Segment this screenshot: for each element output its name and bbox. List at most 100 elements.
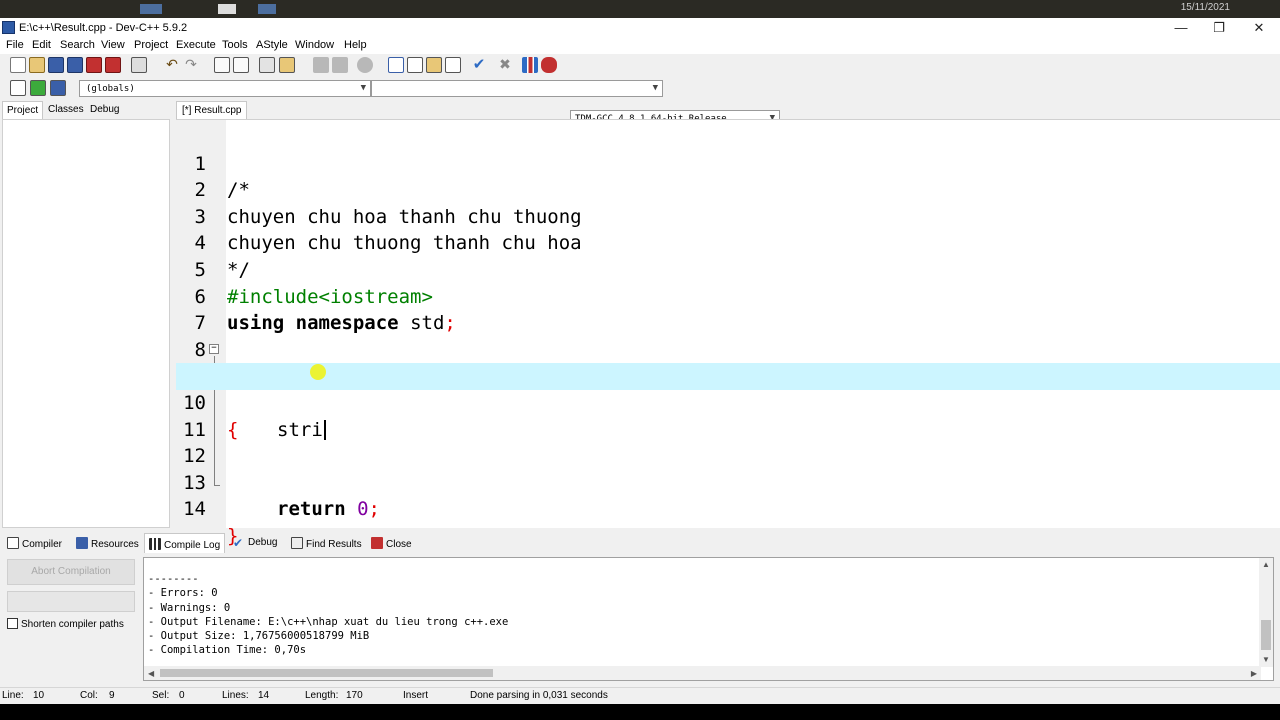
status-insert-mode: Insert — [403, 690, 429, 701]
print-icon[interactable] — [131, 57, 147, 73]
scroll-down-icon[interactable]: ▼ — [1262, 655, 1270, 664]
chevron-down-icon: ▼ — [652, 83, 658, 93]
save-icon[interactable] — [48, 57, 64, 73]
menu-astyle[interactable]: AStyle — [256, 39, 288, 51]
menu-window[interactable]: Window — [295, 39, 334, 51]
devcpp-app-icon — [2, 21, 15, 34]
close-window-button[interactable]: ✕ — [1240, 18, 1278, 38]
delete-profile-icon[interactable] — [541, 57, 557, 73]
window-title: E:\c++\Result.cpp - Dev-C++ 5.9.2 — [19, 22, 188, 34]
tab-debug[interactable]: Debug — [86, 101, 123, 119]
tab-compile-log[interactable]: Compile Log — [144, 533, 226, 553]
restore-button[interactable]: ❐ — [1200, 18, 1238, 38]
menu-file[interactable]: File — [6, 39, 24, 51]
code-line: 12 — [176, 417, 1280, 467]
main-toolbar: ↶ ↷ ✔ ✖ TDM-GCC 4.8.1 64-bit Release ▼ — [0, 54, 1280, 128]
insert-icon[interactable] — [10, 80, 26, 96]
fold-collapse-icon[interactable]: − — [209, 343, 219, 354]
abort-compilation-button[interactable]: Abort Compilation — [7, 559, 135, 585]
tile-windows-icon[interactable] — [445, 57, 461, 73]
tab-debug-bottom[interactable]: ✔ Debug — [229, 533, 281, 553]
redo-icon[interactable]: ↷ — [183, 57, 199, 73]
new-project-icon[interactable] — [388, 57, 404, 73]
taskbar-strip: 15/11/2021 — [0, 0, 1280, 18]
undo-icon[interactable]: ↶ — [164, 57, 180, 73]
stop-execution-icon[interactable]: ✖ — [497, 57, 513, 73]
tab-label: Close — [386, 539, 412, 550]
status-sel-value: 0 — [179, 690, 185, 701]
menu-edit[interactable]: Edit — [32, 39, 51, 51]
project-options-icon[interactable] — [426, 57, 442, 73]
tab-project[interactable]: Project — [2, 101, 44, 119]
goto-line-icon[interactable] — [259, 57, 275, 73]
code-line: 7 — [176, 284, 1280, 334]
tab-close[interactable]: Close — [367, 533, 416, 553]
taskbar-app-icon[interactable] — [140, 4, 162, 14]
tab-find-results[interactable]: Find Results — [287, 533, 366, 553]
find-icon[interactable] — [214, 57, 230, 73]
menu-help[interactable]: Help — [344, 39, 367, 51]
code-line-current: 10 stri — [176, 363, 1280, 441]
log-horizontal-scrollbar[interactable]: ◀ ▶ — [144, 666, 1261, 680]
save-all-icon[interactable] — [67, 57, 83, 73]
check-syntax-icon[interactable]: ✔ — [471, 57, 487, 73]
compile-log-output[interactable]: -------- - Errors: 0 - Warnings: 0 - Out… — [143, 557, 1274, 681]
close-panel-icon — [371, 537, 383, 549]
indent-icon[interactable] — [313, 57, 329, 73]
toggle-bookmark-icon[interactable] — [30, 80, 46, 96]
code-line: 13 return 0; — [176, 443, 1280, 521]
minimize-button[interactable]: — — [1162, 18, 1200, 38]
close-file-icon[interactable] — [86, 57, 102, 73]
taskbar-app-icon[interactable] — [258, 4, 276, 14]
menu-search[interactable]: Search — [60, 39, 95, 51]
scroll-thumb[interactable] — [160, 669, 493, 677]
menu-project[interactable]: Project — [134, 39, 168, 51]
checkbox-box[interactable] — [7, 618, 18, 629]
find-results-icon — [291, 537, 303, 549]
view-window-icon[interactable] — [407, 57, 423, 73]
menu-tools[interactable]: Tools — [222, 39, 248, 51]
status-col-value: 9 — [109, 690, 115, 701]
scope-combo-value: (globals) — [86, 84, 135, 94]
bottom-panel-tabs: Compiler Resources Compile Log ✔ Debug Fi… — [0, 533, 1280, 553]
menu-execute[interactable]: Execute — [176, 39, 216, 51]
log-line: -------- — [148, 573, 199, 586]
scroll-thumb[interactable] — [1261, 620, 1271, 650]
member-combo[interactable]: ▼ — [371, 80, 663, 97]
code-line: 3 chuyen chu thuong thanh chu hoa — [176, 177, 1280, 255]
scroll-left-icon[interactable]: ◀ — [148, 669, 154, 678]
tab-resources[interactable]: Resources — [72, 533, 143, 553]
project-tree[interactable] — [2, 119, 170, 528]
log-line: - Output Size: 1,76756000518799 MiB — [148, 630, 370, 643]
tab-label: Compile Log — [164, 540, 221, 551]
tab-label: Compiler — [22, 539, 63, 550]
profile-icon[interactable] — [522, 57, 538, 73]
tab-classes[interactable]: Classes — [44, 101, 88, 119]
close-all-icon[interactable] — [105, 57, 121, 73]
code-line: 1 /* — [176, 124, 1280, 202]
scroll-right-icon[interactable]: ▶ — [1251, 669, 1257, 678]
keyword: return — [277, 498, 346, 521]
goto-function-icon[interactable] — [279, 57, 295, 73]
tab-compiler[interactable]: Compiler — [3, 533, 66, 553]
mouse-pointer-highlight — [310, 364, 326, 380]
menu-view[interactable]: View — [101, 39, 125, 51]
code-editor[interactable]: 1 /* 2 chuyen chu hoa thanh chu thuong 3… — [176, 119, 1280, 547]
code-line: 11 — [176, 390, 1280, 441]
status-col-label: Col: — [80, 690, 98, 701]
replace-icon[interactable] — [233, 57, 249, 73]
open-file-icon[interactable] — [29, 57, 45, 73]
goto-bookmark-icon[interactable] — [50, 80, 66, 96]
new-file-icon[interactable] — [10, 57, 26, 73]
tab-label: Resources — [91, 539, 139, 550]
scroll-up-icon[interactable]: ▲ — [1262, 560, 1270, 569]
taskbar-app-icon[interactable] — [218, 4, 236, 14]
shorten-paths-checkbox[interactable]: Shorten compiler paths — [7, 618, 124, 630]
resources-icon — [76, 537, 88, 549]
unindent-icon[interactable] — [332, 57, 348, 73]
editor-tab-result-cpp[interactable]: [*] Result.cpp — [176, 101, 248, 119]
log-vertical-scrollbar[interactable]: ▲ ▼ — [1259, 558, 1273, 667]
toggle-comment-icon[interactable] — [357, 57, 373, 73]
screen-bottom-edge — [0, 704, 1280, 720]
scope-combo[interactable]: (globals) ▼ — [79, 80, 371, 97]
